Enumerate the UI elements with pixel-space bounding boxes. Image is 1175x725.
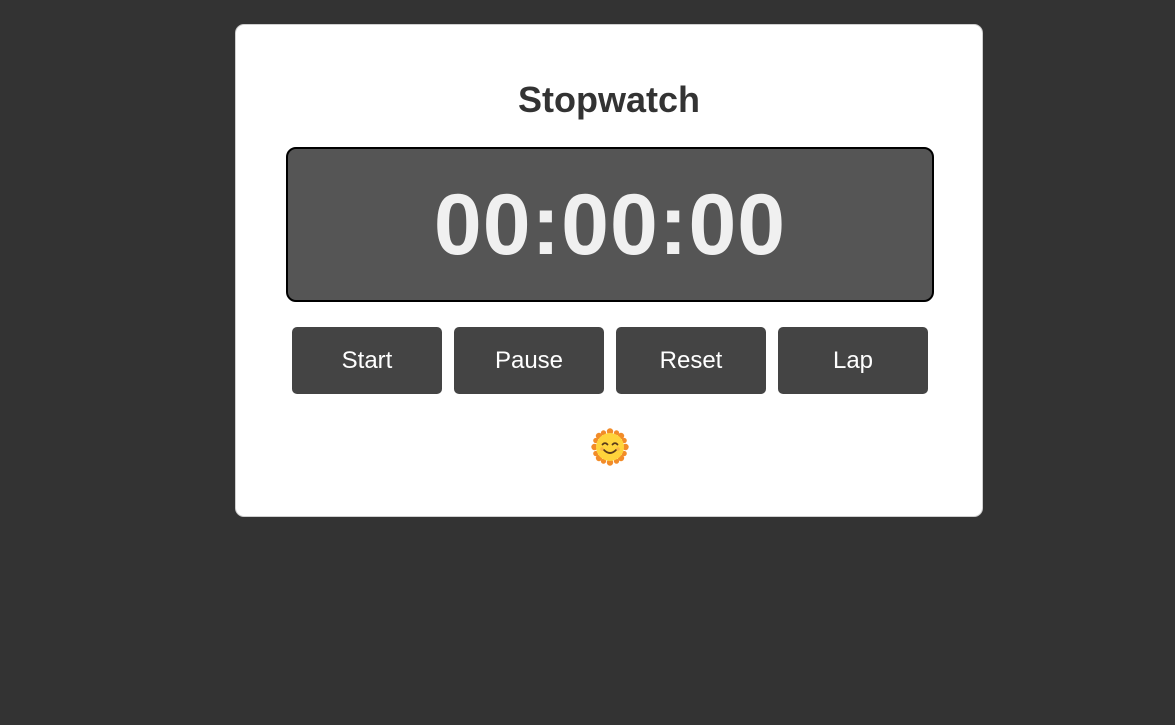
reset-button[interactable]: Reset: [616, 327, 766, 394]
control-buttons: Start Pause Reset Lap: [292, 327, 928, 394]
stopwatch-card: Stopwatch 00:00:00 Start Pause Reset Lap: [235, 24, 983, 517]
pause-button[interactable]: Pause: [454, 327, 604, 394]
time-display: 00:00:00: [286, 147, 934, 302]
start-button[interactable]: Start: [292, 327, 442, 394]
lap-button[interactable]: Lap: [778, 327, 928, 394]
smiling-sun-icon: [591, 428, 629, 466]
time-readout: 00:00:00: [433, 176, 787, 273]
page-title: Stopwatch: [517, 79, 700, 120]
